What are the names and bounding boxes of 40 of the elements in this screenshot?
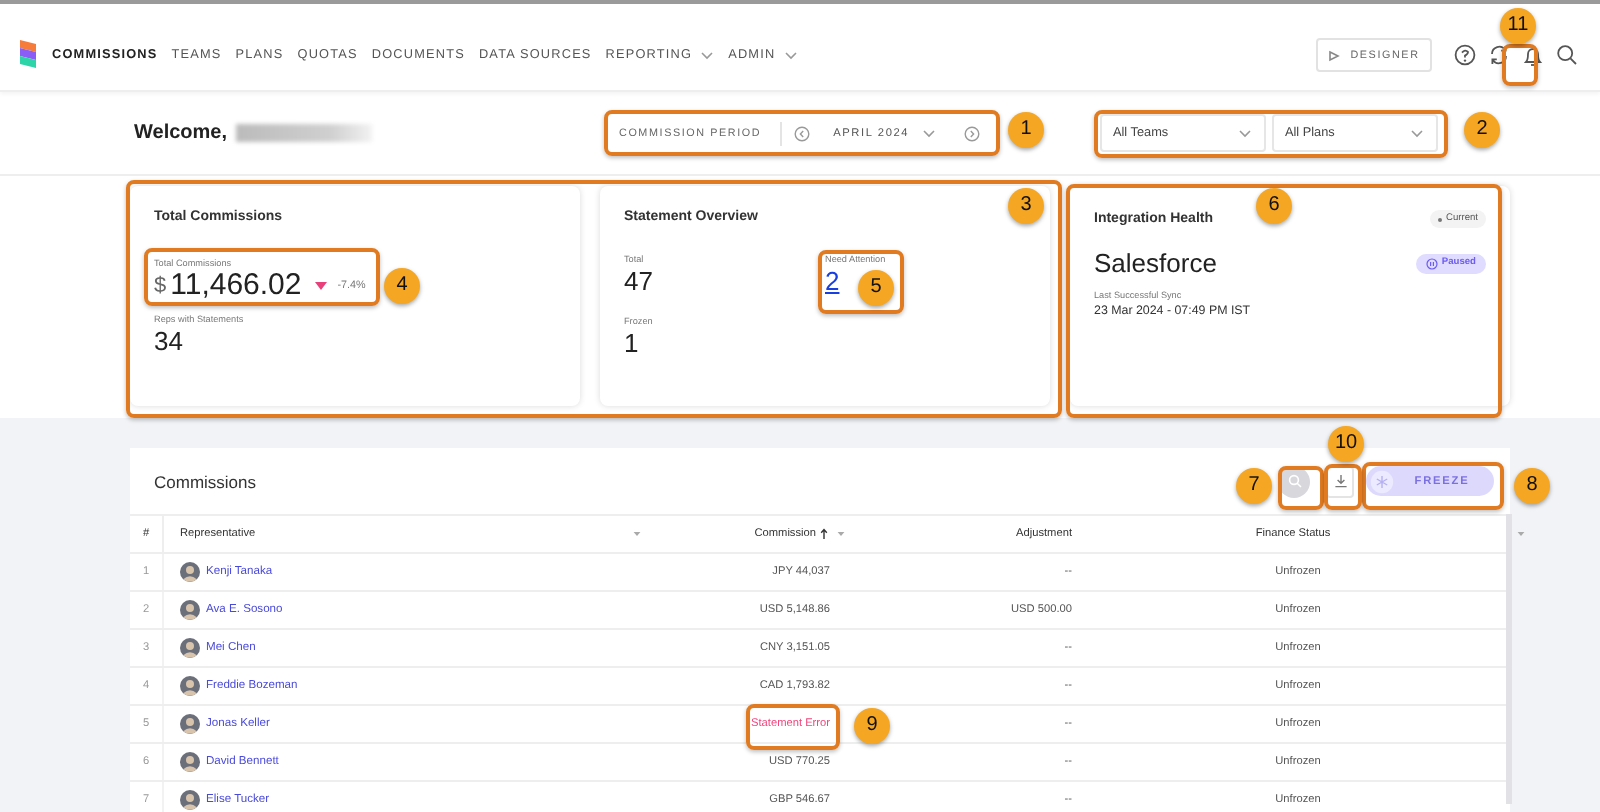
avatar-icon: [180, 638, 200, 658]
bell-icon[interactable]: [1522, 43, 1544, 67]
search-icon: [1287, 474, 1301, 488]
download-icon: [1333, 474, 1347, 488]
redacted-name-bar: [235, 124, 371, 142]
welcome-text: Welcome,: [134, 122, 227, 144]
panel-title: Commissions: [154, 471, 257, 491]
callout-number: 1: [1008, 112, 1044, 148]
total-amount: 11,466.02: [170, 268, 302, 302]
help-icon[interactable]: [1454, 44, 1476, 66]
callout-number: 11: [1500, 8, 1536, 44]
callout-frame: [1502, 44, 1538, 86]
avatar-icon: [180, 600, 200, 620]
avatar-icon: [180, 676, 200, 696]
previous-icon[interactable]: [793, 125, 810, 141]
next-icon[interactable]: [963, 125, 979, 141]
system-name: Salesforce: [1094, 248, 1217, 278]
stat-link[interactable]: 2: [825, 266, 840, 296]
avatar-icon: [180, 790, 200, 810]
snowflake-icon: [1370, 469, 1394, 493]
stat-value: 1: [624, 328, 639, 358]
filter-menu-icon[interactable]: [836, 530, 846, 538]
chevron-down-icon: [921, 128, 936, 138]
callout-frame: [1278, 466, 1324, 510]
play-icon: [1328, 49, 1341, 61]
stat-value: 47: [624, 266, 653, 296]
avatar-icon: [180, 752, 200, 772]
filter-menu-icon[interactable]: [1516, 530, 1527, 538]
logo-icon: [16, 38, 40, 72]
avatar-icon: [180, 714, 200, 734]
filter-menu-icon[interactable]: [632, 530, 642, 538]
chevron-down-icon: [1409, 128, 1423, 138]
currency-symbol: $: [154, 273, 167, 297]
avatar-icon: [180, 562, 200, 582]
stat-value: 34: [154, 326, 183, 356]
refresh-icon[interactable]: [1488, 44, 1510, 66]
callout-frame: [746, 704, 840, 750]
callout-number: 2: [1464, 112, 1500, 148]
search-icon[interactable]: [1556, 44, 1578, 66]
chevron-down-icon: [1237, 128, 1251, 138]
